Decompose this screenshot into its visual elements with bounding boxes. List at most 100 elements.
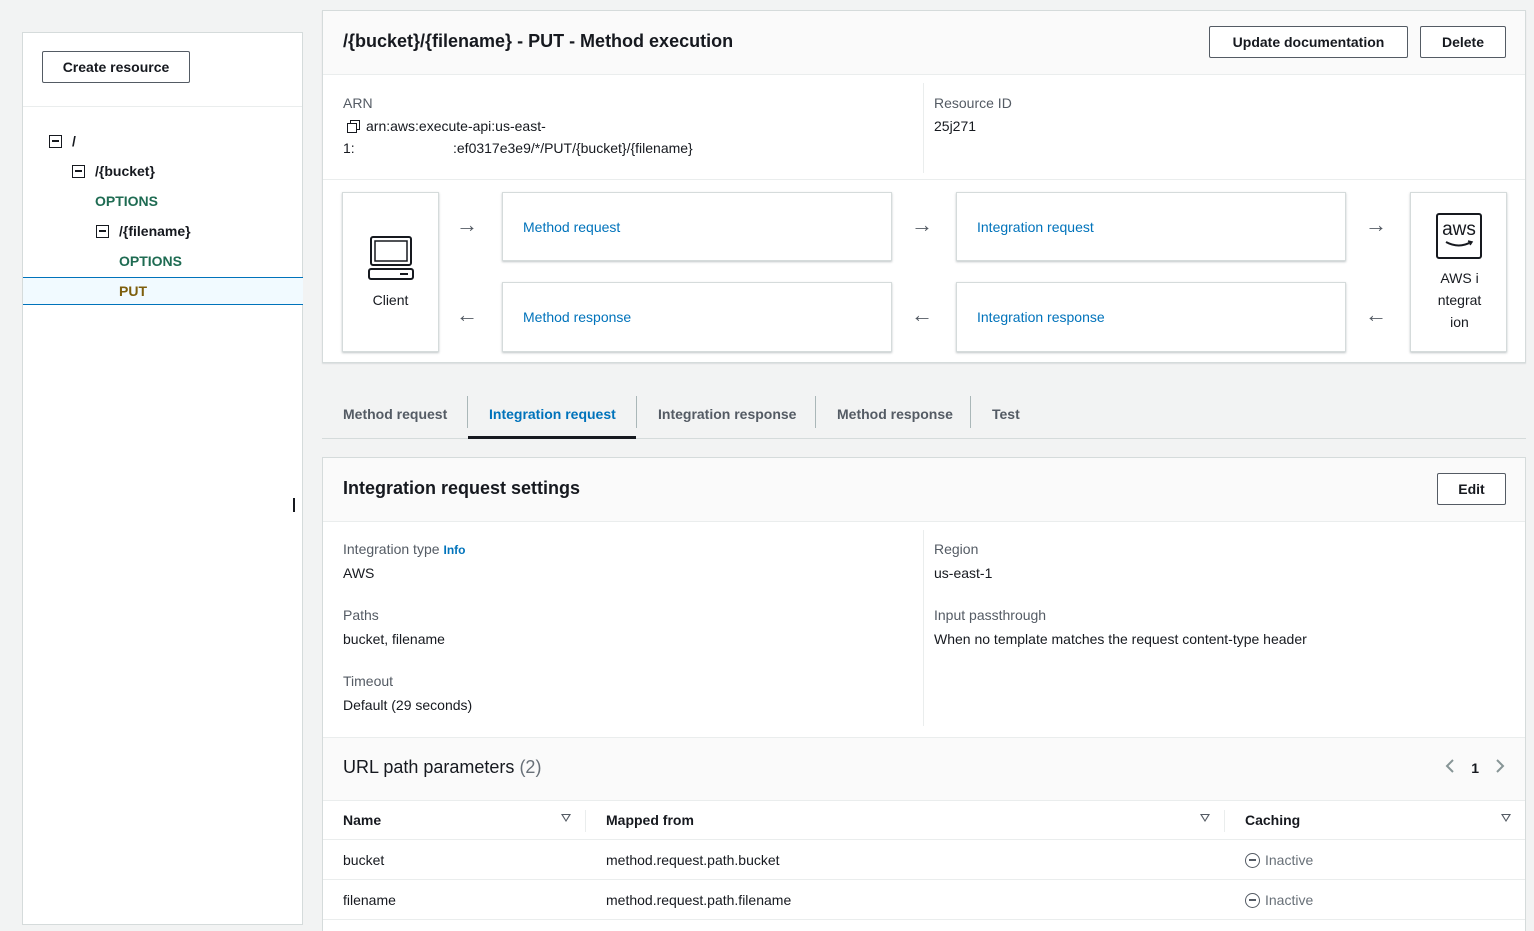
panel-resize-handle[interactable] bbox=[293, 498, 296, 512]
table-row: filename method.request.path.filename In… bbox=[323, 880, 1525, 920]
method-response-link[interactable]: Method response bbox=[523, 309, 631, 325]
copy-icon[interactable] bbox=[347, 119, 360, 133]
resource-tree-panel: Create resource / /{bucket} OPTIONS /{fi… bbox=[22, 32, 303, 925]
tree-item-label: OPTIONS bbox=[95, 193, 159, 209]
tree-item-filename-options[interactable]: OPTIONS bbox=[119, 247, 182, 275]
tree-item-filename[interactable]: /{filename} bbox=[96, 217, 191, 245]
settings-title: Integration request settings bbox=[343, 478, 581, 498]
method-request-box[interactable]: Method request bbox=[502, 192, 892, 261]
arn-value-line1: arn:aws:execute-api:us-east- bbox=[347, 118, 546, 134]
arrow-right-icon: → bbox=[1365, 212, 1387, 237]
aws-integration-label: AWS integration bbox=[1437, 270, 1482, 330]
current-page[interactable]: 1 bbox=[1471, 760, 1479, 776]
inactive-status-icon bbox=[1245, 852, 1260, 868]
tree-item-bucket[interactable]: /{bucket} bbox=[72, 157, 155, 185]
url-params-count: (2) bbox=[519, 757, 542, 777]
param-caching: Inactive bbox=[1265, 892, 1314, 908]
column-header-caching[interactable]: Caching bbox=[1245, 812, 1300, 828]
tab-test[interactable]: Test bbox=[992, 390, 1020, 438]
url-path-parameters-header: URL path parameters (2) 1 bbox=[323, 737, 1525, 801]
param-caching-status: Inactive bbox=[1245, 852, 1313, 868]
arrow-left-icon: ← bbox=[911, 302, 933, 327]
tree-item-label: /{bucket} bbox=[95, 163, 155, 179]
sort-icon[interactable] bbox=[561, 814, 571, 822]
arn-line2-suffix: :ef0317e3e9/*/PUT/{bucket}/{filename} bbox=[453, 140, 693, 156]
method-request-link[interactable]: Method request bbox=[523, 219, 620, 235]
timeout-value: Default (29 seconds) bbox=[343, 697, 473, 713]
tab-method-request[interactable]: Method request bbox=[343, 390, 447, 438]
collapse-icon[interactable] bbox=[49, 134, 62, 148]
collapse-icon[interactable] bbox=[72, 164, 85, 178]
integration-request-link[interactable]: Integration request bbox=[977, 219, 1094, 235]
tree-item-label: OPTIONS bbox=[119, 253, 183, 269]
tab-method-response[interactable]: Method response bbox=[837, 390, 953, 438]
timeout-label: Timeout bbox=[343, 673, 394, 689]
tree-item-label: /{filename} bbox=[119, 223, 191, 239]
page-title: /{bucket}/{filename} - PUT - Method exec… bbox=[343, 31, 734, 51]
settings-divider bbox=[923, 530, 924, 726]
column-separator[interactable] bbox=[585, 810, 586, 832]
integration-response-link[interactable]: Integration response bbox=[977, 309, 1105, 325]
tree-item-bucket-options[interactable]: OPTIONS bbox=[95, 187, 158, 215]
arrow-left-icon: ← bbox=[1365, 302, 1387, 327]
tab-separator bbox=[970, 396, 971, 428]
integration-type-label: Integration type Info bbox=[343, 541, 466, 557]
paths-value: bucket, filename bbox=[343, 631, 445, 647]
tree-item-label: PUT bbox=[119, 283, 147, 299]
collapse-icon[interactable] bbox=[96, 224, 109, 238]
tab-separator bbox=[467, 396, 468, 428]
column-header-name[interactable]: Name bbox=[343, 812, 381, 828]
integration-response-box[interactable]: Integration response bbox=[956, 282, 1346, 352]
update-documentation-button[interactable]: Update documentation bbox=[1209, 26, 1408, 58]
input-passthrough-value: When no template matches the request con… bbox=[934, 631, 1307, 647]
integration-request-box[interactable]: Integration request bbox=[956, 192, 1346, 261]
param-caching: Inactive bbox=[1265, 852, 1314, 868]
settings-header: Integration request settings Edit bbox=[323, 458, 1525, 522]
arn-label: ARN bbox=[343, 95, 373, 111]
client-box: Client bbox=[342, 192, 439, 352]
arrow-right-icon: → bbox=[456, 212, 478, 237]
tree-item-label: / bbox=[72, 133, 76, 149]
chevron-left-icon[interactable] bbox=[1445, 758, 1455, 778]
arrow-left-icon: ← bbox=[456, 302, 478, 327]
url-params-title-text: URL path parameters bbox=[343, 757, 515, 777]
laptop-icon bbox=[368, 235, 414, 284]
region-value: us-east-1 bbox=[934, 565, 993, 581]
arn-line2-prefix: 1: bbox=[343, 140, 355, 156]
edit-button[interactable]: Edit bbox=[1437, 473, 1506, 505]
column-separator[interactable] bbox=[1224, 810, 1225, 832]
tab-separator bbox=[636, 396, 637, 428]
tree-item-filename-put[interactable]: PUT bbox=[119, 277, 147, 305]
method-response-box[interactable]: Method response bbox=[502, 282, 892, 352]
delete-button[interactable]: Delete bbox=[1420, 26, 1506, 58]
param-caching-status: Inactive bbox=[1245, 892, 1313, 908]
table-row: bucket method.request.path.bucket Inacti… bbox=[323, 840, 1525, 880]
client-label: Client bbox=[372, 292, 409, 308]
integration-type-value: AWS bbox=[343, 565, 375, 581]
info-link[interactable]: Info bbox=[444, 543, 466, 557]
column-header-mapped-from[interactable]: Mapped from bbox=[606, 812, 694, 828]
url-params-title: URL path parameters (2) bbox=[343, 757, 541, 778]
chevron-right-icon[interactable] bbox=[1495, 758, 1505, 778]
param-mapped-from: method.request.path.filename bbox=[606, 892, 792, 908]
resource-id-label: Resource ID bbox=[934, 95, 1012, 111]
param-name: filename bbox=[343, 892, 396, 908]
input-passthrough-label: Input passthrough bbox=[934, 607, 1047, 623]
table-header: Name Mapped from Caching bbox=[323, 801, 1525, 840]
tree-selection-highlight bbox=[23, 277, 303, 305]
sort-icon[interactable] bbox=[1200, 814, 1210, 822]
aws-logo-icon: aws bbox=[1436, 213, 1482, 259]
param-mapped-from: method.request.path.bucket bbox=[606, 852, 780, 868]
active-tab-indicator bbox=[468, 436, 636, 439]
region-label: Region bbox=[934, 541, 979, 557]
tree-item-root[interactable]: / bbox=[49, 127, 76, 155]
integration-request-settings-panel: Integration request settings Edit Integr… bbox=[322, 457, 1526, 931]
method-details: ARN arn:aws:execute-api:us-east- 1: :ef0… bbox=[323, 75, 1525, 180]
tab-integration-response[interactable]: Integration response bbox=[658, 390, 796, 438]
details-divider bbox=[923, 83, 924, 173]
method-tabs: Method request Integration request Integ… bbox=[322, 390, 1526, 439]
tab-integration-request[interactable]: Integration request bbox=[489, 390, 616, 438]
create-resource-button[interactable]: Create resource bbox=[42, 51, 190, 83]
sort-icon[interactable] bbox=[1501, 814, 1511, 822]
integration-type-label-text: Integration type bbox=[343, 541, 440, 557]
